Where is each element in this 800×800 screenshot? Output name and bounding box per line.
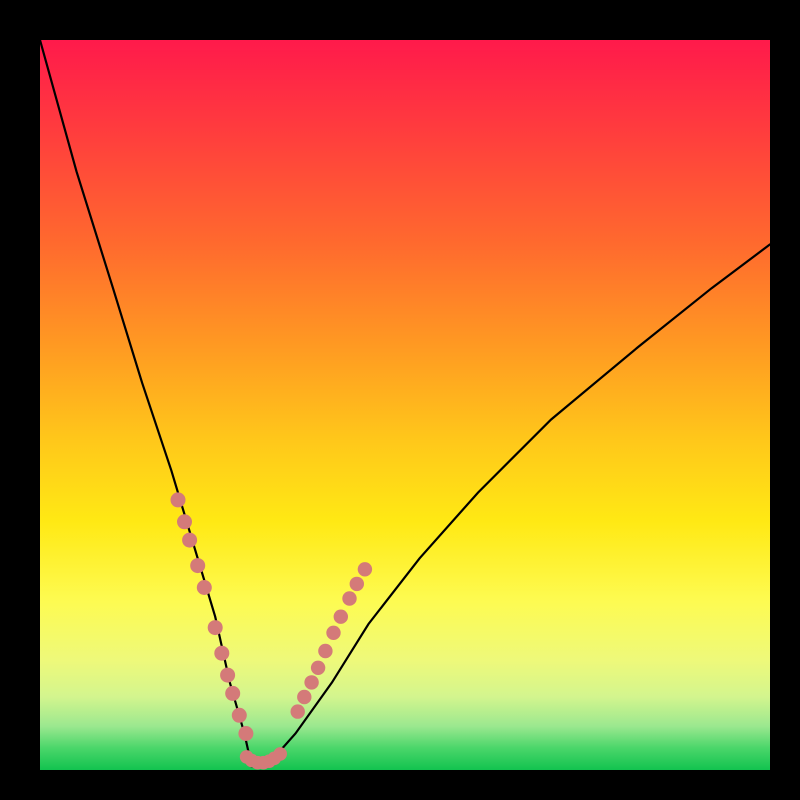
bottleneck-curve bbox=[40, 40, 770, 766]
dots-right-branch bbox=[291, 562, 373, 719]
chart-stage: TheBottleneck.com bbox=[0, 0, 800, 800]
dots-bottom-valley bbox=[240, 747, 287, 769]
chart-svg bbox=[40, 40, 770, 770]
watermark-text: TheBottleneck.com bbox=[552, 6, 778, 37]
dots-left-branch bbox=[171, 492, 254, 741]
